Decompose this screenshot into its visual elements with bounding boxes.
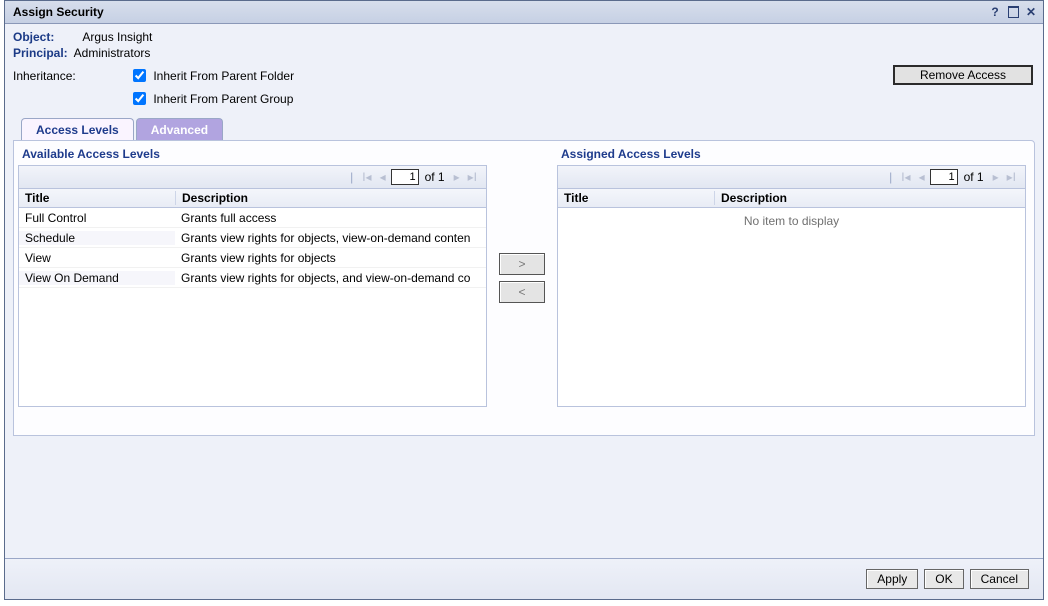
page-input[interactable] (930, 169, 958, 185)
help-icon[interactable]: ? (989, 6, 1001, 18)
object-label: Object: (13, 30, 71, 44)
next-page-icon[interactable]: ▸ (451, 170, 463, 184)
principal-row: Principal: Administrators (13, 46, 1035, 60)
last-page-icon[interactable]: ▸I (1004, 170, 1019, 184)
tab-advanced[interactable]: Advanced (136, 118, 223, 141)
row-desc: Grants view rights for objects, and view… (175, 271, 486, 285)
assigned-col-title[interactable]: Title (558, 191, 715, 205)
assigned-col-desc[interactable]: Description (715, 191, 1025, 205)
close-icon[interactable]: ✕ (1025, 6, 1037, 18)
assigned-heading: Assigned Access Levels (561, 147, 1026, 161)
apply-button[interactable]: Apply (866, 569, 918, 589)
move-right-button[interactable]: > (499, 253, 545, 275)
principal-value: Administrators (74, 46, 151, 60)
remove-access-button[interactable]: Remove Access (893, 65, 1033, 85)
assigned-empty-message: No item to display (558, 208, 1025, 228)
assigned-header: Title Description (558, 189, 1025, 208)
dialog-footer: Apply OK Cancel (5, 558, 1043, 599)
table-row[interactable]: ScheduleGrants view rights for objects, … (19, 228, 486, 248)
ok-button[interactable]: OK (924, 569, 963, 589)
row-desc: Grants view rights for objects (175, 251, 486, 265)
available-col-title[interactable]: Title (19, 191, 176, 205)
row-title: Schedule (19, 231, 175, 245)
first-page-icon[interactable]: I◂ (359, 170, 374, 184)
principal-label: Principal: (13, 46, 71, 60)
inherit-folder-text: Inherit From Parent Folder (153, 69, 294, 83)
next-page-icon[interactable]: ▸ (990, 170, 1002, 184)
available-body: Full ControlGrants full accessScheduleGr… (19, 208, 486, 406)
assigned-body: No item to display (558, 208, 1025, 406)
titlebar: Assign Security ? ✕ (5, 1, 1043, 24)
first-page-icon[interactable]: I◂ (898, 170, 913, 184)
object-value: Argus Insight (74, 30, 152, 44)
row-title: View (19, 251, 175, 265)
inherit-folder-checkbox[interactable] (133, 69, 146, 82)
row-desc: Grants full access (175, 211, 486, 225)
last-page-icon[interactable]: ▸I (465, 170, 480, 184)
available-grid: | I◂ ◂ of 1 ▸ ▸I Title Description Full … (18, 165, 487, 407)
inherit-folder-option[interactable]: Inherit From Parent Folder (129, 66, 294, 85)
table-row[interactable]: ViewGrants view rights for objects (19, 248, 486, 268)
cancel-button[interactable]: Cancel (970, 569, 1029, 589)
available-listbox: Available Access Levels | I◂ ◂ of 1 ▸ ▸I… (18, 147, 487, 427)
inherit-group-text: Inherit From Parent Group (153, 92, 293, 106)
maximize-icon[interactable] (1007, 6, 1019, 18)
assigned-listbox: Assigned Access Levels | I◂ ◂ of 1 ▸ ▸I … (557, 147, 1026, 427)
inherit-group-option[interactable]: Inherit From Parent Group (129, 89, 293, 108)
access-levels-panel: Available Access Levels | I◂ ◂ of 1 ▸ ▸I… (13, 140, 1035, 436)
page-input[interactable] (391, 169, 419, 185)
table-row[interactable]: Full ControlGrants full access (19, 208, 486, 228)
page-total-label: of 1 (425, 170, 445, 184)
assign-security-dialog: Assign Security ? ✕ Object: Argus Insigh… (4, 0, 1044, 600)
row-title: View On Demand (19, 271, 175, 285)
inherit-group-checkbox[interactable] (133, 92, 146, 105)
move-left-button[interactable]: < (499, 281, 545, 303)
available-col-desc[interactable]: Description (176, 191, 486, 205)
page-total-label: of 1 (964, 170, 984, 184)
transfer-buttons: > < (497, 147, 547, 427)
prev-page-icon[interactable]: ◂ (377, 170, 389, 184)
assigned-pager: | I◂ ◂ of 1 ▸ ▸I (558, 166, 1025, 189)
available-heading: Available Access Levels (22, 147, 487, 161)
table-row[interactable]: View On DemandGrants view rights for obj… (19, 268, 486, 288)
row-title: Full Control (19, 211, 175, 225)
tab-access-levels[interactable]: Access Levels (21, 118, 134, 141)
assigned-grid: | I◂ ◂ of 1 ▸ ▸I Title Description No it… (557, 165, 1026, 407)
available-header: Title Description (19, 189, 486, 208)
dialog-title: Assign Security (13, 5, 104, 19)
available-pager: | I◂ ◂ of 1 ▸ ▸I (19, 166, 486, 189)
object-row: Object: Argus Insight (13, 30, 1035, 44)
prev-page-icon[interactable]: ◂ (916, 170, 928, 184)
tabs: Access Levels Advanced (13, 118, 1035, 141)
row-desc: Grants view rights for objects, view-on-… (175, 231, 486, 245)
inheritance-label: Inheritance: (13, 69, 103, 83)
